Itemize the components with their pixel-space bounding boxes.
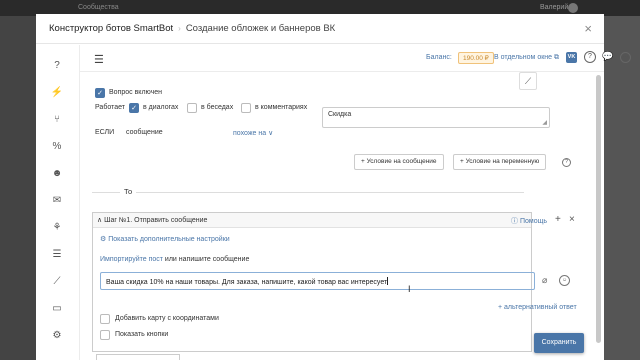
map-coordinates-label: Добавить карту с координатами <box>115 315 219 322</box>
chart-icon[interactable]: ⟋ <box>50 275 64 289</box>
branch-icon[interactable]: ⑂ <box>50 113 64 127</box>
import-row: Импортируйте пост или напишите сообщение <box>100 256 249 263</box>
statistics-icon[interactable]: ⟋ <box>519 72 537 90</box>
next-step-placeholder <box>96 354 180 360</box>
vk-icon[interactable]: VK <box>566 52 577 63</box>
card-icon[interactable]: ▭ <box>50 302 64 316</box>
condition-value-input[interactable]: Скидка ◢ <box>322 107 550 128</box>
users-icon[interactable]: ☻ <box>50 167 64 181</box>
channel-chats-checkbox[interactable] <box>187 103 197 113</box>
works-label: Работает <box>95 104 125 111</box>
sidebar: ? ⚡ ⑂ % ☻ ✉ ⚘ ☰ ⟋ ▭ ⚙ <box>36 45 80 360</box>
channel-comments-checkbox[interactable] <box>241 103 251 113</box>
condition-value-text: Скидка <box>328 111 352 118</box>
avatar <box>568 3 578 13</box>
mail-icon[interactable]: ✉ <box>50 194 64 208</box>
external-window-icon: ⧉ <box>554 54 559 61</box>
step-title-text: Шаг №1. Отправить сообщение <box>104 217 208 224</box>
attach-icon[interactable]: ⌀ <box>542 275 547 286</box>
import-hint: или напишите сообщение <box>164 256 250 263</box>
channel-chats-label: в беседах <box>201 104 234 111</box>
channel-dialogs-label: в диалогах <box>143 104 179 111</box>
background-left-panel <box>0 16 36 360</box>
text-caret <box>387 277 389 285</box>
menu-icon[interactable]: ☰ <box>94 53 104 66</box>
add-message-condition-button[interactable]: + Условие на сообщение <box>354 154 444 170</box>
lightning-icon[interactable]: ⚡ <box>50 86 64 100</box>
condition-field-select[interactable]: сообщение <box>126 129 163 136</box>
close-icon[interactable]: × <box>584 22 592 35</box>
open-in-new-window-label: В отдельном окне <box>494 54 553 61</box>
percent-icon[interactable]: % <box>50 140 64 154</box>
add-variable-condition-button[interactable]: + Условие на переменную <box>453 154 547 170</box>
mouse-cursor: I <box>408 284 411 294</box>
message-textarea[interactable]: Ваша скидка 10% на наши товары. Для зака… <box>100 272 535 290</box>
step-help-link[interactable]: ⓘ Помощь <box>511 216 547 226</box>
map-coordinates-checkbox[interactable] <box>100 314 110 324</box>
enabled-checkbox[interactable]: ✓ <box>95 88 105 98</box>
step-header: ∧ Шаг №1. Отправить сообщение ⓘ Помощь +… <box>93 213 575 228</box>
settings-icon: ⚙ <box>100 236 107 243</box>
show-buttons-checkbox[interactable] <box>100 330 110 340</box>
then-label: То <box>120 187 137 196</box>
step-help-label: Помощь <box>519 218 547 225</box>
collapse-icon[interactable]: ∧ <box>97 217 102 224</box>
modal-subtitle: Создание обложек и баннеров ВК <box>185 23 336 34</box>
open-in-new-window-link[interactable]: В отдельном окне ⧉ <box>494 54 559 62</box>
then-divider <box>92 192 524 193</box>
breadcrumb-separator: › <box>178 24 181 33</box>
condition-operator-select[interactable]: похоже на ∨ <box>233 129 273 137</box>
help-icon[interactable]: ? <box>584 51 596 63</box>
background-user-name: Валерий <box>540 4 569 11</box>
import-post-link[interactable]: Импортируйте пост <box>100 256 163 263</box>
enabled-label: Вопрос включен <box>109 89 163 96</box>
remove-step-icon[interactable]: × <box>569 214 575 225</box>
bot-builder-modal: Конструктор ботов SmartBot › Создание об… <box>36 14 631 360</box>
sitemap-icon[interactable]: ⚘ <box>50 221 64 235</box>
chat-icon[interactable]: 💬 <box>602 51 613 62</box>
show-advanced-settings-label: Показать дополнительные настройки <box>108 236 230 243</box>
toolbar: ☰ Баланс: 190.00 ₽ В отдельном окне ⧉ VK… <box>80 45 631 72</box>
save-button[interactable]: Сохранить <box>534 333 584 353</box>
resize-handle[interactable]: ◢ <box>542 119 547 126</box>
channel-dialogs-checkbox[interactable]: ✓ <box>129 103 139 113</box>
background-right-panel <box>604 16 640 360</box>
list-icon[interactable]: ☰ <box>50 248 64 262</box>
if-label: ЕСЛИ <box>95 129 115 136</box>
step-title[interactable]: ∧ Шаг №1. Отправить сообщение <box>97 216 207 224</box>
channel-comments-label: в комментариях <box>255 104 308 111</box>
show-buttons-label: Показать кнопки <box>115 331 169 338</box>
scrollbar[interactable] <box>596 75 601 343</box>
emoji-icon[interactable]: ☺ <box>559 275 570 286</box>
balance-label: Баланс: <box>426 54 452 61</box>
message-text: Ваша скидка 10% на наши товары. Для зака… <box>106 279 388 286</box>
background-title: Сообщества <box>78 4 119 11</box>
settings-icon[interactable]: ⚙ <box>50 329 64 343</box>
balance-badge[interactable]: 190.00 ₽ <box>458 52 494 64</box>
more-icon[interactable]: ··· <box>620 52 631 63</box>
condition-help-icon[interactable]: ? <box>562 158 571 167</box>
show-advanced-settings-link[interactable]: ⚙ Показать дополнительные настройки <box>100 235 230 243</box>
help-icon[interactable]: ? <box>50 59 64 73</box>
modal-header: Конструктор ботов SmartBot › Создание об… <box>36 14 604 44</box>
modal-title: Конструктор ботов SmartBot <box>49 23 174 34</box>
alternative-answer-link[interactable]: + альтернативный ответ <box>498 304 577 311</box>
add-step-icon[interactable]: + <box>555 214 561 225</box>
